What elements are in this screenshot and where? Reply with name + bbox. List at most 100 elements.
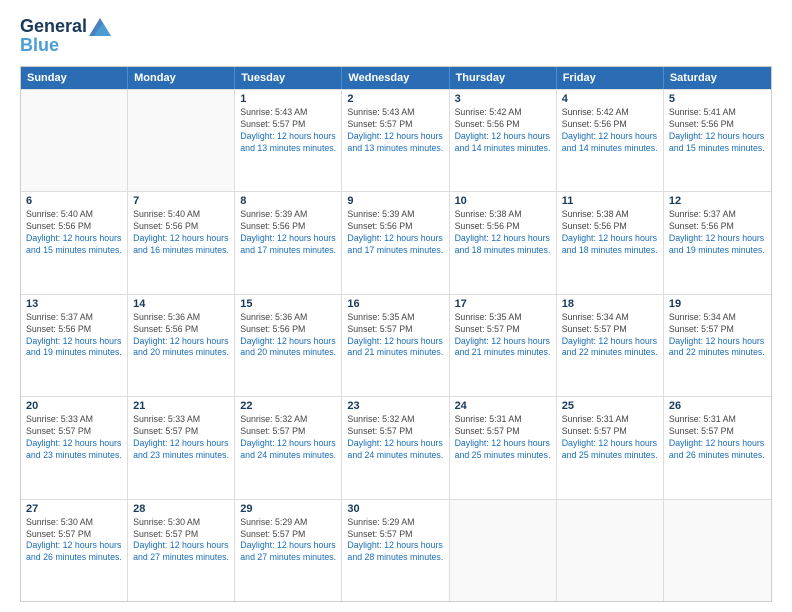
calendar-row-2: 13 Sunrise: 5:37 AMSunset: 5:56 PMDayligh…	[21, 294, 771, 396]
calendar-cell: 22 Sunrise: 5:32 AMSunset: 5:57 PMDayligh…	[235, 397, 342, 498]
cell-info: Sunrise: 5:39 AMSunset: 5:56 PMDaylight:…	[240, 209, 336, 257]
day-number: 1	[240, 93, 336, 105]
day-number: 3	[455, 93, 551, 105]
logo-icon	[89, 18, 111, 36]
calendar-cell: 2Sunrise: 5:43 AMSunset: 5:57 PMDaylight…	[342, 90, 449, 191]
header-day-sunday: Sunday	[21, 67, 128, 89]
calendar-cell: 26 Sunrise: 5:31 AMSunset: 5:57 PMDayligh…	[664, 397, 771, 498]
header-day-tuesday: Tuesday	[235, 67, 342, 89]
day-number: 22	[240, 400, 336, 412]
calendar-cell: 5Sunrise: 5:41 AMSunset: 5:56 PMDaylight…	[664, 90, 771, 191]
calendar-cell: 4Sunrise: 5:42 AMSunset: 5:56 PMDaylight…	[557, 90, 664, 191]
day-number: 19	[669, 298, 766, 310]
cell-info: Sunrise: 5:33 AMSunset: 5:57 PMDaylight:…	[26, 414, 122, 462]
cell-info: Sunrise: 5:40 AMSunset: 5:56 PMDaylight:…	[26, 209, 122, 257]
day-number: 7	[133, 195, 229, 207]
logo-blue: Blue	[20, 35, 111, 56]
calendar-cell: 13 Sunrise: 5:37 AMSunset: 5:56 PMDayligh…	[21, 295, 128, 396]
calendar-cell: 8Sunrise: 5:39 AMSunset: 5:56 PMDaylight…	[235, 192, 342, 293]
day-number: 13	[26, 298, 122, 310]
calendar-cell: 14Sunrise: 5:36 AMSunset: 5:56 PMDayligh…	[128, 295, 235, 396]
day-number: 29	[240, 503, 336, 515]
cell-info: Sunrise: 5:29 AMSunset: 5:57 PMDaylight:…	[347, 517, 443, 565]
calendar-cell: 19 Sunrise: 5:34 AMSunset: 5:57 PMDayligh…	[664, 295, 771, 396]
logo: General Blue	[20, 16, 111, 56]
calendar-cell: 28 Sunrise: 5:30 AMSunset: 5:57 PMDayligh…	[128, 500, 235, 601]
calendar-cell: 7 Sunrise: 5:40 AMSunset: 5:56 PMDaylight…	[128, 192, 235, 293]
logo-general: General	[20, 16, 87, 37]
cell-info: Sunrise: 5:37 AMSunset: 5:56 PMDaylight:…	[26, 312, 122, 360]
day-number: 27	[26, 503, 122, 515]
day-number: 30	[347, 503, 443, 515]
calendar-cell: 25Sunrise: 5:31 AMSunset: 5:57 PMDayligh…	[557, 397, 664, 498]
cell-info: Sunrise: 5:43 AMSunset: 5:57 PMDaylight:…	[347, 107, 443, 155]
calendar-row-4: 27 Sunrise: 5:30 AMSunset: 5:57 PMDayligh…	[21, 499, 771, 601]
calendar-cell: 1 Sunrise: 5:43 AMSunset: 5:57 PMDaylight…	[235, 90, 342, 191]
cell-info: Sunrise: 5:31 AMSunset: 5:57 PMDaylight:…	[562, 414, 658, 462]
calendar-cell	[664, 500, 771, 601]
cell-info: Sunrise: 5:34 AMSunset: 5:57 PMDaylight:…	[562, 312, 658, 360]
calendar-row-1: 6 Sunrise: 5:40 AMSunset: 5:56 PMDaylight…	[21, 191, 771, 293]
day-number: 18	[562, 298, 658, 310]
calendar-cell: 24 Sunrise: 5:31 AMSunset: 5:57 PMDayligh…	[450, 397, 557, 498]
day-number: 10	[455, 195, 551, 207]
calendar-cell	[128, 90, 235, 191]
calendar-cell	[557, 500, 664, 601]
calendar-cell: 27 Sunrise: 5:30 AMSunset: 5:57 PMDayligh…	[21, 500, 128, 601]
page: General Blue SundayMondayTuesdayWednesda…	[0, 0, 792, 612]
day-number: 28	[133, 503, 229, 515]
day-number: 17	[455, 298, 551, 310]
day-number: 4	[562, 93, 658, 105]
cell-info: Sunrise: 5:30 AMSunset: 5:57 PMDaylight:…	[133, 517, 229, 565]
header-day-thursday: Thursday	[450, 67, 557, 89]
cell-info: Sunrise: 5:36 AMSunset: 5:56 PMDaylight:…	[240, 312, 336, 360]
calendar: SundayMondayTuesdayWednesdayThursdayFrid…	[20, 66, 772, 602]
calendar-body: 1 Sunrise: 5:43 AMSunset: 5:57 PMDaylight…	[21, 89, 771, 601]
cell-info: Sunrise: 5:31 AMSunset: 5:57 PMDaylight:…	[455, 414, 551, 462]
calendar-cell: 21 Sunrise: 5:33 AMSunset: 5:57 PMDayligh…	[128, 397, 235, 498]
cell-info: Sunrise: 5:31 AMSunset: 5:57 PMDaylight:…	[669, 414, 766, 462]
day-number: 23	[347, 400, 443, 412]
cell-info: Sunrise: 5:34 AMSunset: 5:57 PMDaylight:…	[669, 312, 766, 360]
header-day-saturday: Saturday	[664, 67, 771, 89]
cell-info: Sunrise: 5:38 AMSunset: 5:56 PMDaylight:…	[455, 209, 551, 257]
calendar-cell: 17 Sunrise: 5:35 AMSunset: 5:57 PMDayligh…	[450, 295, 557, 396]
cell-info: Sunrise: 5:37 AMSunset: 5:56 PMDaylight:…	[669, 209, 766, 257]
cell-info: Sunrise: 5:41 AMSunset: 5:56 PMDaylight:…	[669, 107, 766, 155]
calendar-cell: 16Sunrise: 5:35 AMSunset: 5:57 PMDayligh…	[342, 295, 449, 396]
calendar-cell: 11Sunrise: 5:38 AMSunset: 5:56 PMDayligh…	[557, 192, 664, 293]
calendar-cell: 15 Sunrise: 5:36 AMSunset: 5:56 PMDayligh…	[235, 295, 342, 396]
calendar-cell: 6 Sunrise: 5:40 AMSunset: 5:56 PMDaylight…	[21, 192, 128, 293]
cell-info: Sunrise: 5:29 AMSunset: 5:57 PMDaylight:…	[240, 517, 336, 565]
cell-info: Sunrise: 5:33 AMSunset: 5:57 PMDaylight:…	[133, 414, 229, 462]
day-number: 21	[133, 400, 229, 412]
header: General Blue	[20, 16, 772, 56]
day-number: 24	[455, 400, 551, 412]
day-number: 9	[347, 195, 443, 207]
calendar-cell: 23 Sunrise: 5:32 AMSunset: 5:57 PMDayligh…	[342, 397, 449, 498]
calendar-cell: 3Sunrise: 5:42 AMSunset: 5:56 PMDaylight…	[450, 90, 557, 191]
cell-info: Sunrise: 5:30 AMSunset: 5:57 PMDaylight:…	[26, 517, 122, 565]
day-number: 26	[669, 400, 766, 412]
day-number: 15	[240, 298, 336, 310]
cell-info: Sunrise: 5:32 AMSunset: 5:57 PMDaylight:…	[347, 414, 443, 462]
calendar-cell	[21, 90, 128, 191]
cell-info: Sunrise: 5:36 AMSunset: 5:56 PMDaylight:…	[133, 312, 229, 360]
header-day-friday: Friday	[557, 67, 664, 89]
day-number: 20	[26, 400, 122, 412]
cell-info: Sunrise: 5:43 AMSunset: 5:57 PMDaylight:…	[240, 107, 336, 155]
day-number: 6	[26, 195, 122, 207]
calendar-cell: 29 Sunrise: 5:29 AMSunset: 5:57 PMDayligh…	[235, 500, 342, 601]
calendar-cell	[450, 500, 557, 601]
cell-info: Sunrise: 5:35 AMSunset: 5:57 PMDaylight:…	[455, 312, 551, 360]
calendar-row-3: 20 Sunrise: 5:33 AMSunset: 5:57 PMDayligh…	[21, 396, 771, 498]
cell-info: Sunrise: 5:32 AMSunset: 5:57 PMDaylight:…	[240, 414, 336, 462]
calendar-row-0: 1 Sunrise: 5:43 AMSunset: 5:57 PMDaylight…	[21, 89, 771, 191]
day-number: 11	[562, 195, 658, 207]
cell-info: Sunrise: 5:40 AMSunset: 5:56 PMDaylight:…	[133, 209, 229, 257]
calendar-cell: 12Sunrise: 5:37 AMSunset: 5:56 PMDayligh…	[664, 192, 771, 293]
calendar-cell: 18 Sunrise: 5:34 AMSunset: 5:57 PMDayligh…	[557, 295, 664, 396]
calendar-header: SundayMondayTuesdayWednesdayThursdayFrid…	[21, 67, 771, 89]
cell-info: Sunrise: 5:35 AMSunset: 5:57 PMDaylight:…	[347, 312, 443, 360]
cell-info: Sunrise: 5:39 AMSunset: 5:56 PMDaylight:…	[347, 209, 443, 257]
